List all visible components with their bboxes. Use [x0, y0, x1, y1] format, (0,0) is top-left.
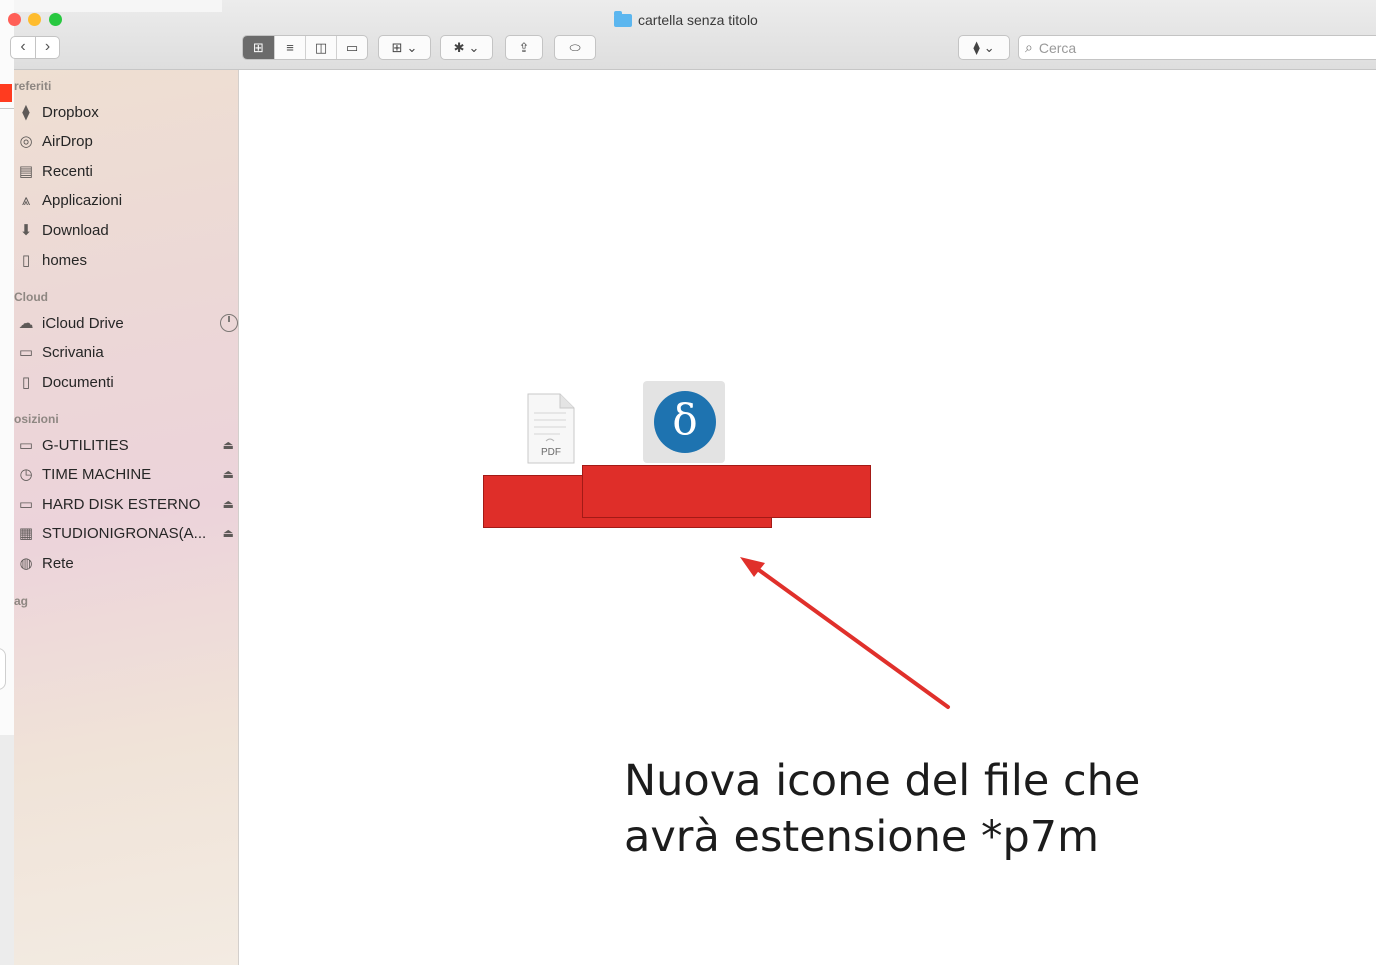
eject-icon[interactable]: ⏏: [223, 526, 234, 540]
download-icon: ⬇: [19, 222, 33, 239]
gallery-view-button[interactable]: ▭: [336, 36, 367, 59]
section-tags: ag: [14, 594, 29, 608]
sidebar-item-label: Recenti: [42, 162, 93, 180]
dropbox-icon: ⧫: [973, 39, 980, 55]
finder-window: ‹ › cartella senza titolo ⊞ ≡ ◫ ▭ ⊞ ⌄ ✱ …: [8, 0, 1376, 965]
sidebar-item-download[interactable]: ⬇ Download: [16, 217, 234, 243]
list-view-button[interactable]: ≡: [274, 36, 305, 59]
forward-button[interactable]: ›: [35, 37, 59, 58]
file-browser-content: PDF δ Nuova icone del file che avrà este…: [240, 71, 1376, 965]
list-view-icon: ≡: [286, 40, 294, 55]
sidebar-item-label: homes: [42, 251, 88, 269]
sidebar-item-dropbox[interactable]: ⧫ Dropbox: [16, 99, 234, 125]
window-title-text: cartella senza titolo: [638, 12, 758, 28]
group-icon: ⊞: [391, 39, 403, 55]
documents-icon: ▯: [21, 374, 31, 391]
applications-icon: ⩓: [21, 191, 31, 209]
share-button[interactable]: ⇪: [505, 35, 543, 60]
airdrop-icon: ◎: [19, 133, 33, 150]
drive-icon: ▭: [18, 496, 34, 513]
sidebar-item-label: Rete: [42, 554, 74, 572]
titlebar-overlap: [14, 0, 222, 12]
chevron-down-icon: ⌄: [406, 39, 418, 55]
background-divider: [0, 108, 14, 109]
background-window-strip: [0, 0, 14, 965]
dropbox-menu-button[interactable]: ⧫ ⌄: [958, 35, 1010, 60]
search-field[interactable]: ⌕ Cerca: [1018, 35, 1376, 60]
sidebar-item-icloud-drive[interactable]: ☁ iCloud Drive: [16, 310, 238, 336]
sidebar-item-g-utilities[interactable]: ▭ G-UTILITIES ⏏: [16, 432, 234, 458]
annotation-line: Nuova icone del file che: [624, 756, 1141, 806]
section-favorites: referiti: [14, 79, 52, 93]
sidebar-item-label: Scrivania: [42, 343, 104, 361]
sidebar-item-scrivania[interactable]: ▭ Scrivania: [16, 339, 234, 365]
annotation-text: Nuova icone del file che avrà estensione…: [624, 753, 1324, 865]
sidebar-item-label: HARD DISK ESTERNO: [42, 495, 201, 513]
icon-view-button[interactable]: ⊞: [243, 36, 274, 59]
recents-icon: ▤: [18, 163, 34, 180]
sidebar-item-label: Dropbox: [42, 103, 99, 121]
sidebar-item-documenti[interactable]: ▯ Documenti: [16, 369, 234, 395]
cloud-icon: ☁: [18, 315, 34, 332]
action-menu-button[interactable]: ✱ ⌄: [440, 35, 493, 60]
sync-progress-icon: [220, 314, 238, 332]
eject-icon[interactable]: ⏏: [223, 497, 234, 511]
sidebar-item-label: iCloud Drive: [42, 314, 124, 332]
chevron-down-icon: ⌄: [468, 39, 480, 55]
sidebar-item-airdrop[interactable]: ◎ AirDrop: [16, 128, 234, 154]
zoom-button[interactable]: [49, 13, 62, 26]
icon-view-icon: ⊞: [253, 39, 264, 55]
sidebar-item-label: G-UTILITIES: [42, 436, 129, 454]
sidebar-item-label: AirDrop: [42, 132, 93, 150]
sidebar-item-studionigronas[interactable]: ▦ STUDIONIGRONAS(A... ⏏: [16, 520, 234, 546]
eject-icon[interactable]: ⏏: [223, 438, 234, 452]
chevron-down-icon: ⌄: [983, 39, 995, 55]
sidebar-item-time-machine[interactable]: ◷ TIME MACHINE ⏏: [16, 461, 234, 487]
sidebar-item-label: Download: [42, 221, 109, 239]
column-view-icon: ◫: [314, 39, 328, 55]
back-button[interactable]: ‹: [11, 37, 35, 58]
sidebar-item-label: STUDIONIGRONAS(A...: [42, 524, 207, 542]
annotation-line: avrà estensione *p7m: [624, 812, 1099, 862]
sidebar-item-label: Applicazioni: [42, 191, 123, 209]
network-icon: ◍: [19, 555, 33, 572]
sidebar-item-homes[interactable]: ▯ homes: [16, 247, 234, 273]
minimize-button[interactable]: [28, 13, 41, 26]
section-icloud: Cloud: [14, 290, 48, 304]
section-locations: osizioni: [14, 412, 59, 426]
time-machine-icon: ◷: [19, 466, 33, 483]
share-icon: ⇪: [518, 39, 530, 55]
view-mode-control: ⊞ ≡ ◫ ▭: [242, 35, 368, 60]
dropbox-icon: ⧫: [22, 104, 30, 121]
column-view-button[interactable]: ◫: [305, 36, 336, 59]
navigation-buttons: ‹ ›: [10, 36, 60, 59]
desktop-icon: ▭: [18, 344, 34, 361]
group-by-button[interactable]: ⊞ ⌄: [378, 35, 431, 60]
search-placeholder: Cerca: [1038, 39, 1077, 56]
tag-button[interactable]: ⬭: [554, 35, 596, 60]
background-window-panel: [0, 0, 14, 735]
sidebar-item-hard-disk-esterno[interactable]: ▭ HARD DISK ESTERNO ⏏: [16, 491, 234, 517]
sidebar-item-applicazioni[interactable]: ⩓ Applicazioni: [16, 187, 234, 213]
drive-icon: ▭: [18, 437, 34, 454]
sidebar: referiti ⧫ Dropbox ◎ AirDrop ▤ Recenti ⩓…: [14, 70, 239, 965]
server-icon: ▦: [18, 525, 34, 542]
document-icon: ▯: [21, 252, 31, 269]
background-red-mark: [0, 84, 12, 102]
sidebar-item-rete[interactable]: ◍ Rete: [16, 550, 234, 576]
background-rounded-control: [0, 648, 6, 690]
gear-icon: ✱: [453, 39, 465, 55]
sidebar-item-label: Documenti: [42, 373, 114, 391]
folder-icon: [614, 10, 632, 27]
tag-icon: ⬭: [569, 39, 581, 55]
window-title: cartella senza titolo: [614, 10, 758, 29]
sidebar-item-recenti[interactable]: ▤ Recenti: [16, 158, 234, 184]
eject-icon[interactable]: ⏏: [223, 467, 234, 481]
toolbar: ‹ › cartella senza titolo ⊞ ≡ ◫ ▭ ⊞ ⌄ ✱ …: [8, 0, 1376, 70]
sidebar-item-label: TIME MACHINE: [42, 465, 152, 483]
search-icon: ⌕: [1025, 39, 1033, 55]
close-button[interactable]: [8, 13, 21, 26]
gallery-view-icon: ▭: [345, 39, 359, 55]
